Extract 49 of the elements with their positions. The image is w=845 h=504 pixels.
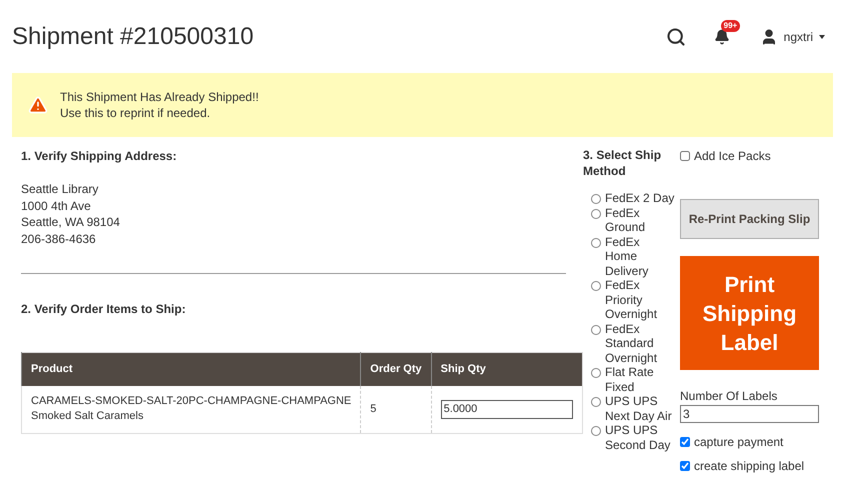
radio-button[interactable] [591, 208, 601, 218]
radio-button[interactable] [591, 324, 601, 334]
reprint-packing-slip-button[interactable]: Re-Print Packing Slip [680, 199, 819, 239]
message-text: Use this to reprint if needed. [60, 105, 212, 121]
ship-method-option[interactable]: FedEx 2 Day [605, 191, 675, 206]
section-heading: 2. Verify Order Items to Ship: [21, 301, 187, 318]
message-text: This Shipment Has Already Shipped!! [60, 89, 259, 105]
checkbox[interactable] [680, 151, 690, 161]
address-line: Seattle, WA 98104 [21, 214, 121, 230]
radio-button[interactable] [591, 281, 601, 291]
ship-qty-field[interactable]: 5.0000 [440, 400, 573, 419]
field-label: Number Of Labels [680, 388, 778, 405]
page-title: Shipment #210500310 [12, 22, 255, 52]
column-header: Product [22, 352, 361, 386]
column-header: Order Qty [360, 352, 432, 386]
checkbox[interactable] [680, 461, 690, 471]
checkbox-label[interactable]: capture payment [694, 433, 784, 451]
ship-method-option[interactable]: UPS UPS Next Day Air [605, 394, 675, 423]
section-heading: 3. Select Ship Method [583, 147, 662, 179]
address-line: 1000 4th Ave [21, 198, 92, 214]
warning-icon [28, 95, 48, 115]
ship-method-option[interactable]: UPS UPS Second Day [605, 423, 675, 452]
checkbox-label[interactable]: Add Ice Packs [694, 147, 771, 165]
radio-button[interactable] [591, 368, 601, 378]
caret-icon [819, 34, 825, 38]
address-line: Seattle Library [21, 181, 100, 198]
search-icon[interactable] [666, 26, 686, 46]
radio-button[interactable] [591, 426, 601, 436]
address-line: 206-386-4636 [21, 230, 97, 247]
section-heading: 1. Verify Shipping Address: [21, 148, 178, 165]
ship-method-option[interactable]: FedEx Home Delivery [605, 234, 675, 278]
print-shipping-label-button[interactable]: Print Shipping Label [680, 256, 819, 370]
number-of-labels-field[interactable]: 3 [680, 405, 819, 423]
radio-button[interactable] [591, 397, 601, 407]
ship-method-option[interactable]: Flat Rate Fixed [605, 365, 675, 394]
product-sku: CARAMELS-SMOKED-SALT-20PC-CHAMPAGNE-CHAMPAGNE [31, 394, 352, 410]
product-name: Smoked Salt Caramels [31, 409, 144, 424]
radio-button[interactable] [591, 194, 601, 204]
checkbox[interactable] [680, 437, 690, 447]
column-header: Ship Qty [431, 352, 582, 386]
ship-method-option[interactable]: FedEx Priority Overnight [605, 278, 675, 322]
ship-method-option[interactable]: FedEx Ground [605, 206, 675, 234]
user-menu[interactable]: ngxtri [784, 28, 825, 46]
notifications-icon[interactable] [714, 28, 730, 44]
order-qty: 5 [370, 403, 376, 415]
ship-method-option[interactable]: FedEx Standard Overnight [605, 322, 675, 365]
notification-badge: 99+ [720, 20, 740, 32]
checkbox-label[interactable]: create shipping label [694, 457, 804, 475]
radio-button[interactable] [591, 238, 601, 248]
